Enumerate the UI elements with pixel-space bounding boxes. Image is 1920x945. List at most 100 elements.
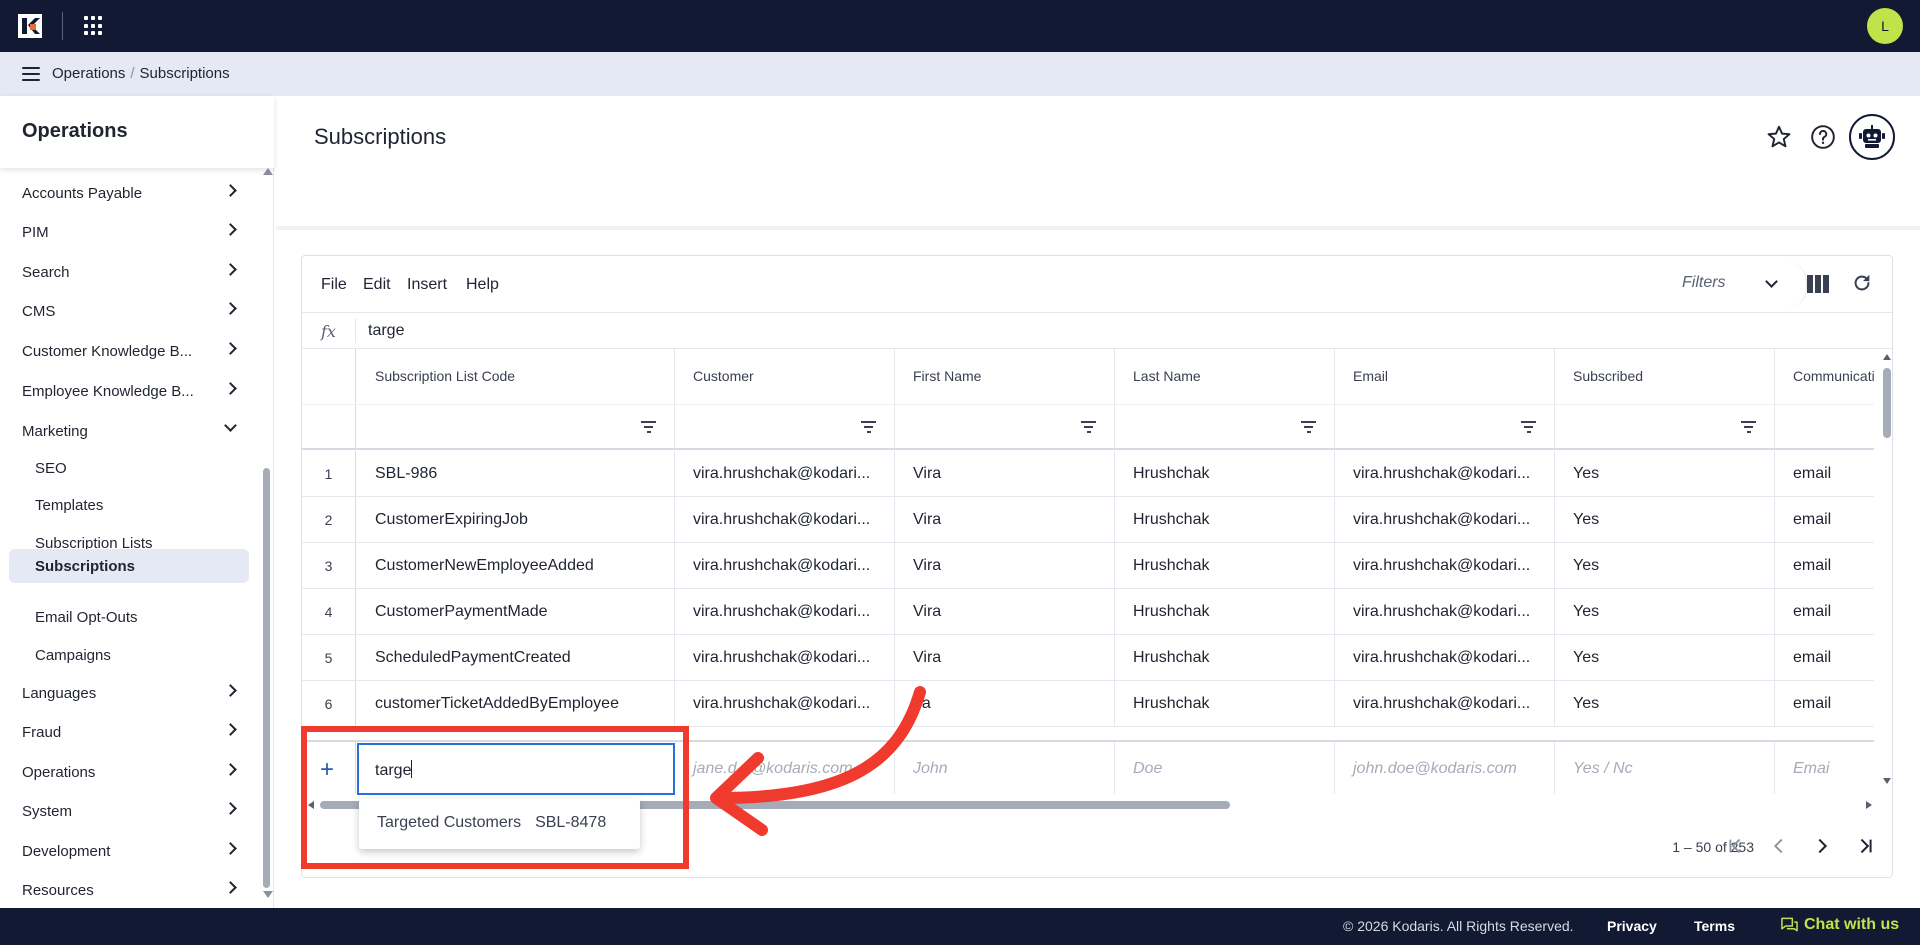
email-cell[interactable]: vira.hrushchak@kodari... xyxy=(1335,543,1555,588)
subscription-list-code-cell[interactable]: ScheduledPaymentCreated xyxy=(357,635,675,680)
column-filter[interactable] xyxy=(895,405,1115,448)
row-number[interactable]: 5 xyxy=(302,635,356,680)
privacy-link[interactable]: Privacy xyxy=(1607,918,1657,934)
vertical-scroll-thumb[interactable] xyxy=(1883,368,1891,438)
table-row[interactable]: 5 ScheduledPaymentCreated vira.hrushchak@k… xyxy=(302,635,1874,681)
last-name-placeholder[interactable]: Doe xyxy=(1115,742,1335,794)
scroll-up-arrow-icon[interactable] xyxy=(1883,354,1891,360)
email-cell[interactable]: vira.hrushchak@kodari... xyxy=(1335,451,1555,496)
email-cell[interactable]: vira.hrushchak@kodari... xyxy=(1335,589,1555,634)
subscribed-cell[interactable]: Yes xyxy=(1555,589,1775,634)
last-name-cell[interactable]: Hrushchak xyxy=(1115,497,1335,542)
filter-icon[interactable] xyxy=(1521,421,1536,433)
filter-icon[interactable] xyxy=(1301,421,1316,433)
column-header[interactable]: Customer xyxy=(675,349,895,405)
subscribed-cell[interactable]: Yes xyxy=(1555,635,1775,680)
subscription-list-code-cell[interactable]: CustomerNewEmployeeAdded xyxy=(357,543,675,588)
column-filter[interactable] xyxy=(675,405,895,448)
email-cell[interactable]: vira.hrushchak@kodari... xyxy=(1335,681,1555,726)
communication-cell[interactable]: email xyxy=(1775,543,1874,588)
filters-dropdown[interactable]: Filters xyxy=(1682,274,1790,298)
sidebar-item-marketing[interactable]: Marketing xyxy=(22,417,237,445)
first-page-icon[interactable] xyxy=(1724,835,1746,857)
filter-icon[interactable] xyxy=(1741,421,1756,433)
subscribed-cell[interactable]: Yes xyxy=(1555,543,1775,588)
subscribed-cell[interactable]: Yes xyxy=(1555,681,1775,726)
menu-insert[interactable]: Insert xyxy=(407,276,447,294)
first-name-cell[interactable]: Vira xyxy=(895,497,1115,542)
column-header[interactable]: Communicatio xyxy=(1775,349,1874,405)
grid-vertical-scrollbar[interactable] xyxy=(1882,354,1892,784)
sidebar-item-system[interactable]: System xyxy=(22,797,237,825)
subscription-list-code-cell[interactable]: SBL-986 xyxy=(357,451,675,496)
sidebar-subitem-subscriptions[interactable]: Subscriptions xyxy=(9,549,249,583)
subscription-list-code-cell[interactable]: CustomerPaymentMade xyxy=(357,589,675,634)
subscribed-cell[interactable]: Yes xyxy=(1555,451,1775,496)
column-header[interactable]: Last Name xyxy=(1115,349,1335,405)
ai-assistant-button[interactable] xyxy=(1849,114,1895,160)
sidebar-item-languages[interactable]: Languages xyxy=(22,679,237,707)
table-row[interactable]: 2 CustomerExpiringJob vira.hrushchak@kodar… xyxy=(302,497,1874,543)
column-header[interactable]: Subscription List Code xyxy=(357,349,675,405)
communication-cell[interactable]: email xyxy=(1775,451,1874,496)
table-row[interactable]: 4 CustomerPaymentMade vira.hrushchak@kodar… xyxy=(302,589,1874,635)
sidebar-subitem-seo[interactable]: SEO xyxy=(35,454,245,482)
email-cell[interactable]: vira.hrushchak@kodari... xyxy=(1335,635,1555,680)
sidebar-item-development[interactable]: Development xyxy=(22,837,237,865)
sidebar-item-accounts-payable[interactable]: Accounts Payable xyxy=(22,179,237,207)
sidebar-item-fraud[interactable]: Fraud xyxy=(22,718,237,746)
columns-icon[interactable] xyxy=(1807,275,1829,293)
refresh-icon[interactable] xyxy=(1851,272,1873,294)
communication-placeholder[interactable]: Emai xyxy=(1775,742,1874,794)
last-page-icon[interactable] xyxy=(1855,835,1877,857)
subscription-list-code-cell[interactable]: CustomerExpiringJob xyxy=(357,497,675,542)
row-number[interactable]: 1 xyxy=(302,451,356,496)
terms-link[interactable]: Terms xyxy=(1694,918,1735,934)
first-name-cell[interactable]: Vira xyxy=(895,451,1115,496)
communication-cell[interactable]: email xyxy=(1775,497,1874,542)
apps-grid-icon[interactable] xyxy=(84,16,104,36)
last-name-cell[interactable]: Hrushchak xyxy=(1115,635,1335,680)
sidebar-item-resources[interactable]: Resources xyxy=(22,876,237,904)
column-filter[interactable] xyxy=(1115,405,1335,448)
table-row[interactable]: 3 CustomerNewEmployeeAdded vira.hrushchak@… xyxy=(302,543,1874,589)
email-placeholder[interactable]: john.doe@kodaris.com xyxy=(1335,742,1555,794)
row-number[interactable]: 4 xyxy=(302,589,356,634)
row-number[interactable]: 3 xyxy=(302,543,356,588)
customer-cell[interactable]: vira.hrushchak@kodari... xyxy=(675,635,895,680)
email-cell[interactable]: vira.hrushchak@kodari... xyxy=(1335,497,1555,542)
sidebar-item-search[interactable]: Search xyxy=(22,258,237,286)
column-header[interactable]: Email xyxy=(1335,349,1555,405)
column-filter[interactable] xyxy=(357,405,675,448)
customer-cell[interactable]: vira.hrushchak@kodari... xyxy=(675,451,895,496)
customer-cell[interactable]: vira.hrushchak@kodari... xyxy=(675,589,895,634)
scroll-down-arrow-icon[interactable] xyxy=(263,891,273,898)
sidebar-scroll-thumb[interactable] xyxy=(263,468,270,888)
first-name-cell[interactable]: Vira xyxy=(895,543,1115,588)
communication-cell[interactable]: email xyxy=(1775,589,1874,634)
customer-cell[interactable]: vira.hrushchak@kodari... xyxy=(675,543,895,588)
formula-input[interactable]: targe xyxy=(368,322,404,340)
first-name-cell[interactable]: Vira xyxy=(895,635,1115,680)
sidebar-item-operations[interactable]: Operations xyxy=(22,758,237,786)
table-row[interactable]: 6 customerTicketAddedByEmployee vira.hrush… xyxy=(302,681,1874,727)
next-page-icon[interactable] xyxy=(1811,835,1833,857)
first-name-cell[interactable]: Vira xyxy=(895,589,1115,634)
subscribed-placeholder[interactable]: Yes / Nc xyxy=(1555,742,1775,794)
subscription-list-code-cell[interactable]: customerTicketAddedByEmployee xyxy=(357,681,675,726)
last-name-cell[interactable]: Hrushchak xyxy=(1115,543,1335,588)
sidebar-subitem-campaigns[interactable]: Campaigns xyxy=(35,641,245,669)
row-number[interactable]: 6 xyxy=(302,681,356,726)
filter-icon[interactable] xyxy=(641,421,656,433)
sidebar-item-employee-knowledge-base[interactable]: Employee Knowledge B... xyxy=(22,377,237,405)
sidebar-item-pim[interactable]: PIM xyxy=(22,218,237,246)
menu-file[interactable]: File xyxy=(321,276,347,294)
communication-cell[interactable]: email xyxy=(1775,635,1874,680)
menu-help[interactable]: Help xyxy=(466,276,499,294)
chat-with-us-button[interactable]: Chat with us xyxy=(1781,916,1899,934)
sidebar-subitem-email-opt-outs[interactable]: Email Opt-Outs xyxy=(35,603,245,631)
sidebar-subitem-templates[interactable]: Templates xyxy=(35,491,245,519)
customer-cell[interactable]: vira.hrushchak@kodari... xyxy=(675,497,895,542)
sidebar-item-cms[interactable]: CMS xyxy=(22,297,237,325)
scroll-down-arrow-icon[interactable] xyxy=(1883,778,1891,784)
